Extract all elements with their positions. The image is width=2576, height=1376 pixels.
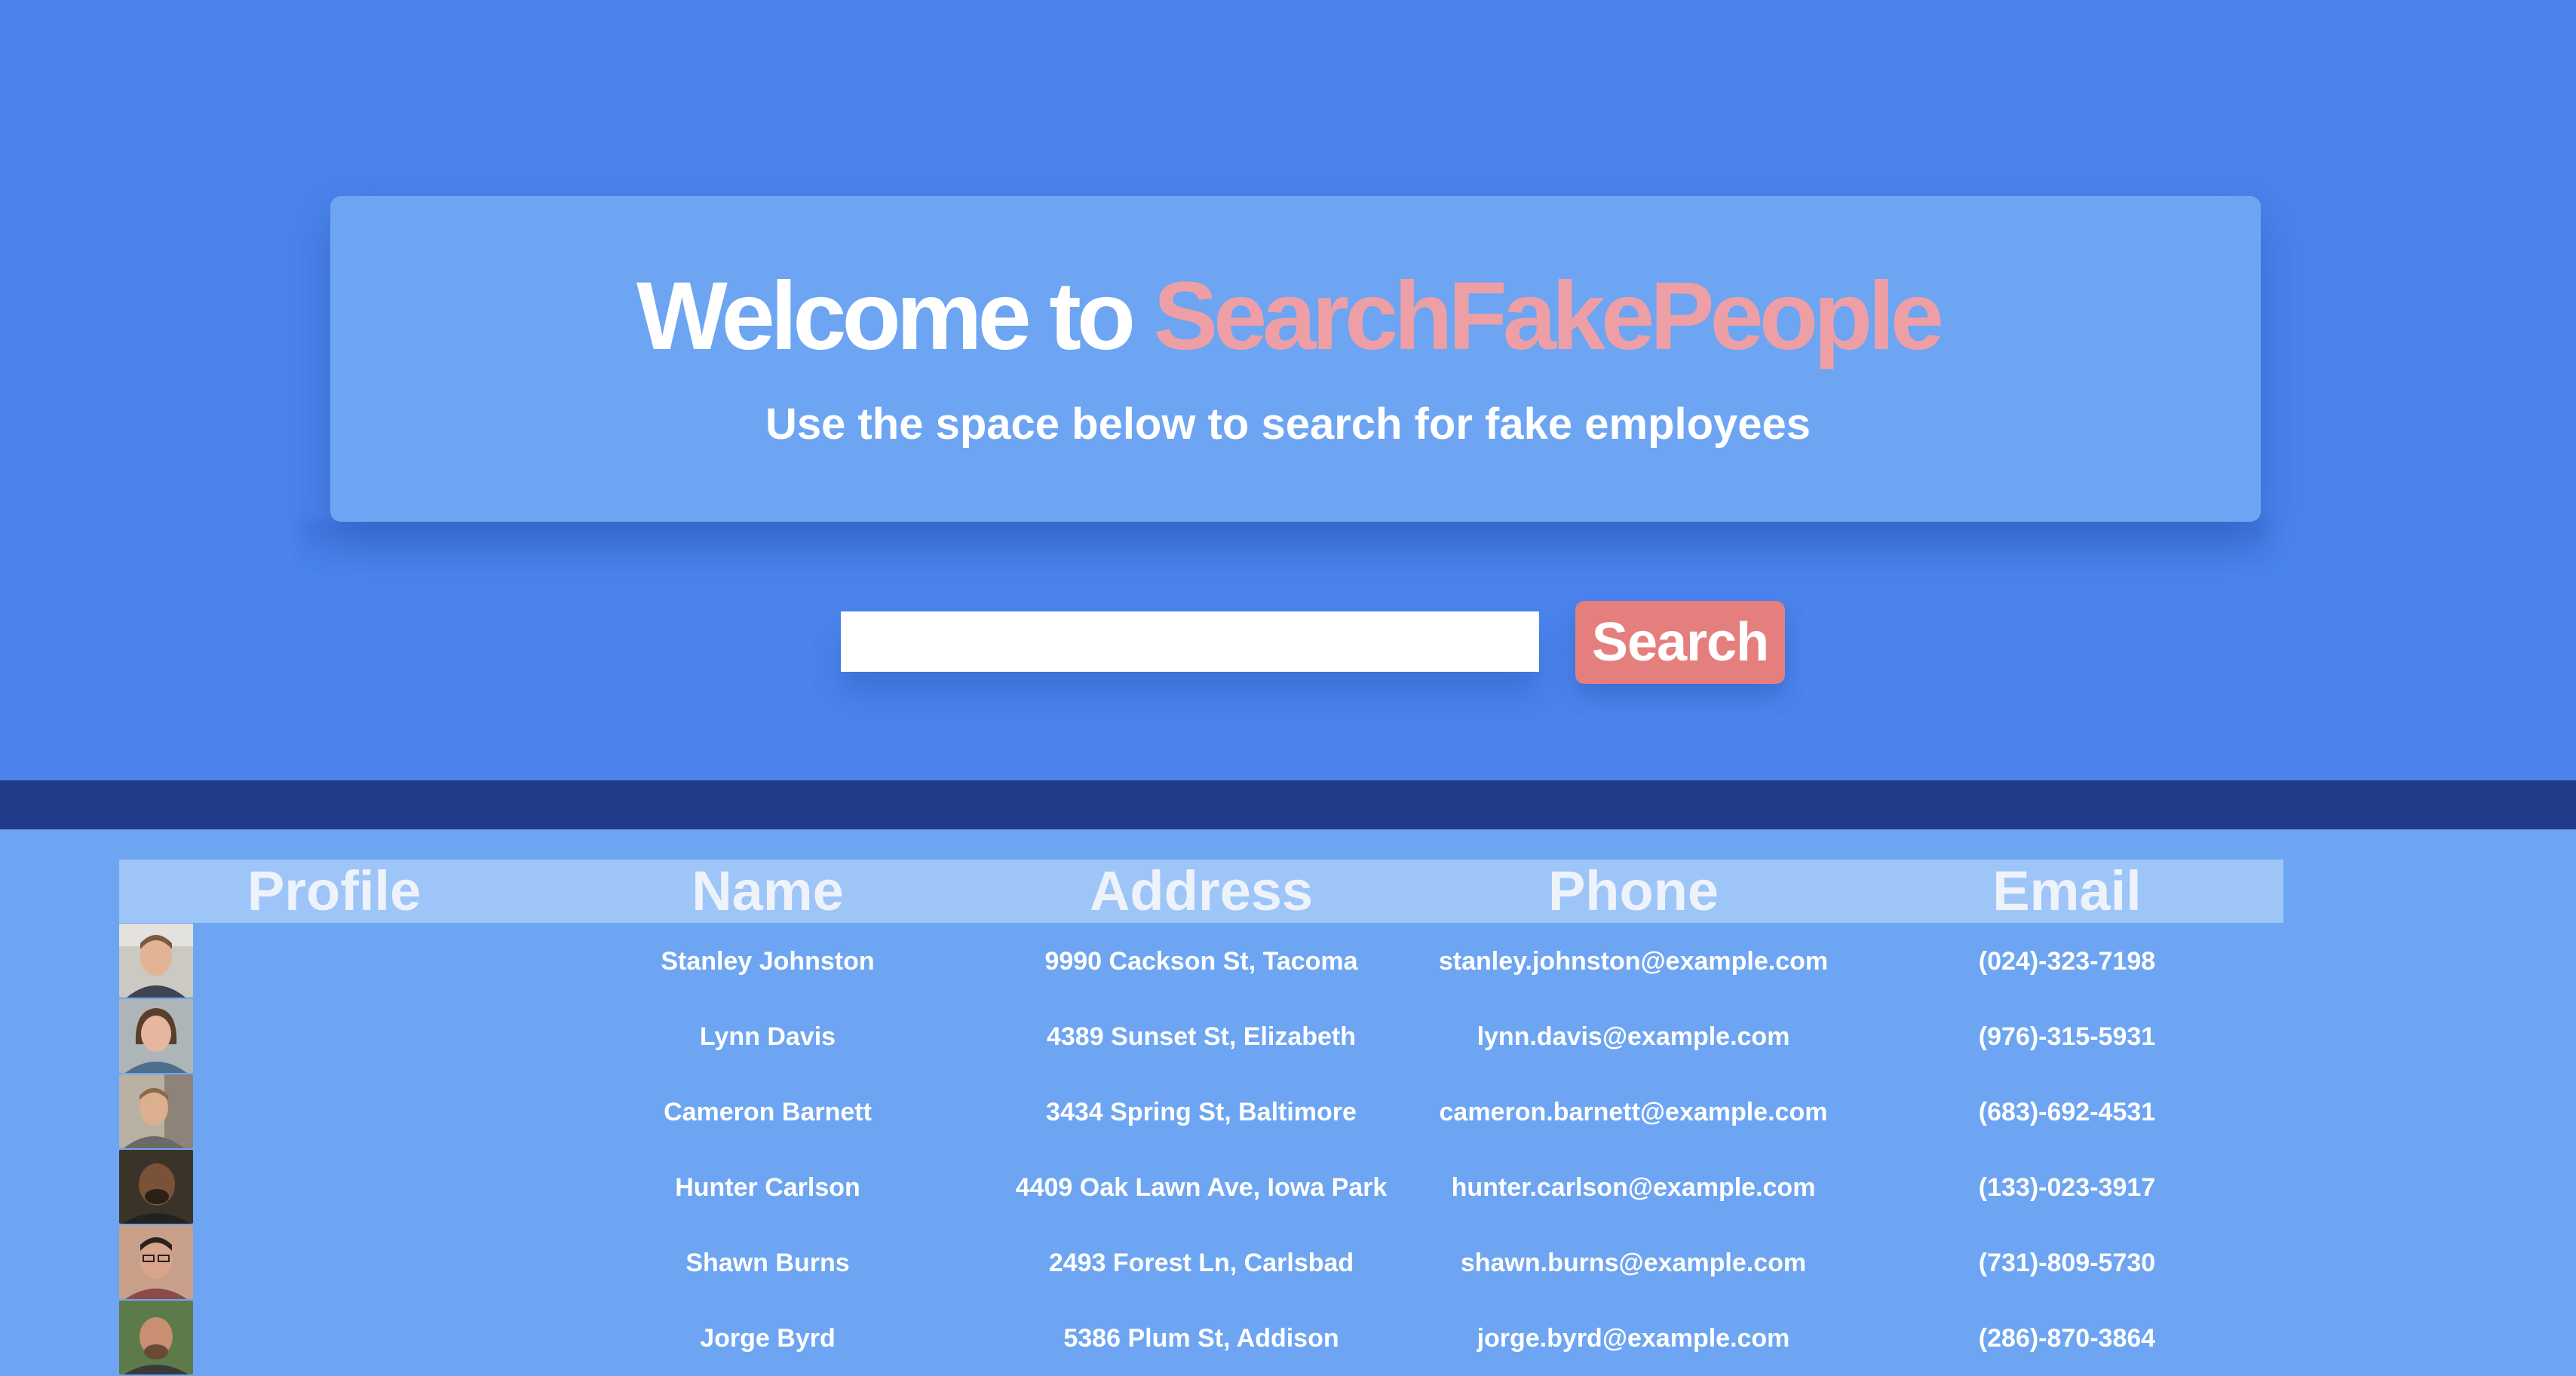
address-cell: 2493 Forest Ln, Carlsbad: [1048, 1249, 1354, 1277]
table-row[interactable]: Cameron Barnett 3434 Spring St, Baltimor…: [119, 1074, 2283, 1150]
brand-name: SearchFakePeople: [1153, 262, 1944, 370]
welcome-subtitle: Use the space below to search for fake e…: [765, 400, 1811, 449]
avatar: [119, 1225, 193, 1299]
email-cell: (683)-692-4531: [1978, 1098, 2156, 1126]
name-cell: Jorge Byrd: [700, 1324, 836, 1353]
avatar: [119, 1301, 193, 1374]
table-row[interactable]: Stanley Johnston 9990 Cackson St, Tacoma…: [119, 924, 2283, 999]
address-cell: 4409 Oak Lawn Ave, Iowa Park: [1015, 1173, 1388, 1202]
avatar: [119, 924, 193, 998]
phone-cell: shawn.burns@example.com: [1460, 1249, 1807, 1277]
name-cell: Hunter Carlson: [675, 1173, 860, 1202]
address-cell: 9990 Cackson St, Tacoma: [1044, 947, 1358, 976]
avatar: [119, 999, 193, 1073]
address-cell: 4389 Sunset St, Elizabeth: [1046, 1022, 1357, 1051]
column-header-name: Name: [692, 860, 844, 922]
welcome-prefix: Welcome to: [636, 262, 1154, 370]
column-header-phone: Phone: [1547, 860, 1719, 922]
email-cell: (976)-315-5931: [1978, 1022, 2156, 1051]
welcome-title: Welcome to SearchFakePeople: [0, 268, 2576, 366]
name-cell: Shawn Burns: [685, 1249, 850, 1277]
column-header-email: Email: [1992, 860, 2142, 922]
name-cell: Cameron Barnett: [664, 1098, 872, 1126]
phone-cell: cameron.barnett@example.com: [1439, 1098, 1828, 1126]
avatar: [119, 1074, 193, 1148]
email-cell: (024)-323-7198: [1978, 947, 2156, 976]
email-cell: (133)-023-3917: [1978, 1173, 2156, 1202]
hero-shadow: [302, 520, 2270, 565]
column-header-profile: Profile: [247, 860, 422, 922]
search-input[interactable]: [841, 611, 1539, 672]
column-header-address: Address: [1089, 860, 1314, 922]
divider-band: [0, 780, 2576, 829]
address-cell: 5386 Plum St, Addison: [1063, 1324, 1339, 1353]
table-row[interactable]: Hunter Carlson 4409 Oak Lawn Ave, Iowa P…: [119, 1150, 2283, 1225]
phone-cell: hunter.carlson@example.com: [1451, 1173, 1816, 1202]
email-cell: (286)-870-3864: [1978, 1324, 2156, 1353]
phone-cell: jorge.byrd@example.com: [1477, 1324, 1790, 1353]
phone-cell: lynn.davis@example.com: [1477, 1022, 1790, 1051]
address-cell: 3434 Spring St, Baltimore: [1046, 1098, 1357, 1126]
avatar: [119, 1150, 193, 1224]
name-cell: Lynn Davis: [699, 1022, 836, 1051]
search-button[interactable]: Search: [1575, 601, 1785, 684]
name-cell: Stanley Johnston: [661, 947, 875, 976]
table-row[interactable]: Jorge Byrd 5386 Plum St, Addison jorge.b…: [119, 1301, 2283, 1376]
email-cell: (731)-809-5730: [1978, 1249, 2156, 1277]
phone-cell: stanley.johnston@example.com: [1438, 947, 1829, 976]
table-row[interactable]: Lynn Davis 4389 Sunset St, Elizabeth lyn…: [119, 999, 2283, 1074]
table-row[interactable]: Shawn Burns 2493 Forest Ln, Carlsbad sha…: [119, 1225, 2283, 1301]
